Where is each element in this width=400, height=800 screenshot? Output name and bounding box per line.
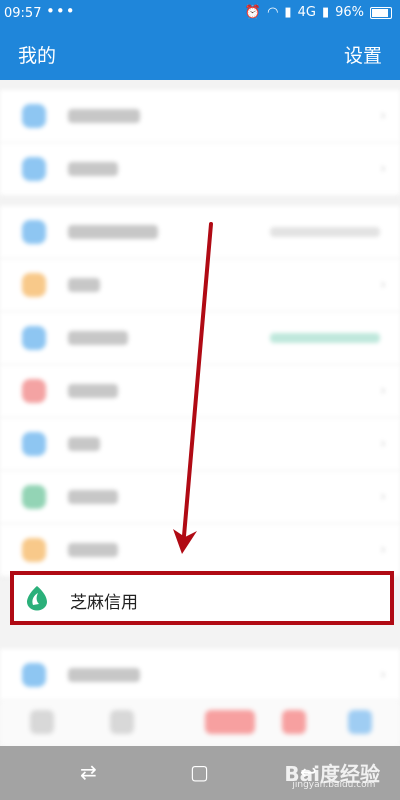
pointer-arrow: [173, 222, 213, 554]
home-icon[interactable]: ▢: [190, 760, 209, 784]
switch-icon[interactable]: ⇄: [80, 760, 97, 784]
tab-bar: [0, 700, 400, 746]
tab-icon[interactable]: [348, 710, 372, 734]
tab-icon[interactable]: [30, 710, 54, 734]
watermark-site: jingyan.baidu.com: [292, 780, 376, 790]
tab-icon[interactable]: [110, 710, 134, 734]
tab-icon[interactable]: [205, 710, 255, 734]
watermark: Bai度经验 jingyan.baidu.com: [284, 758, 380, 790]
tab-icon[interactable]: [282, 710, 306, 734]
